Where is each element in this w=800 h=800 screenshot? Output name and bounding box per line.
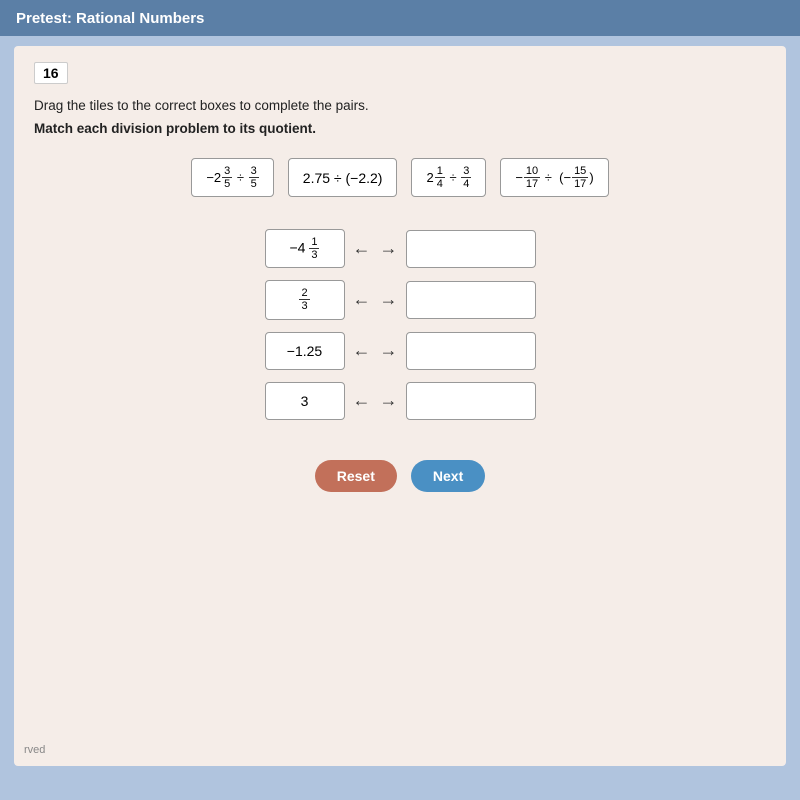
pair-row-3: −1.25 ← → (265, 332, 536, 370)
question-number: 16 (34, 62, 68, 84)
tiles-row: −2 3 5 ÷ 3 5 2.75 ÷ (−2.2) (34, 158, 766, 197)
tile-2-label: 2.75 ÷ (−2.2) (303, 170, 383, 186)
arrow-4: ← → (353, 390, 398, 411)
main-content: 16 Drag the tiles to the correct boxes t… (14, 46, 786, 766)
instruction-drag: Drag the tiles to the correct boxes to c… (34, 98, 766, 113)
footer-text: rved (24, 744, 45, 756)
tile-4-label: − 10 17 ÷ (− 15 17 ) (515, 165, 593, 190)
tile-3[interactable]: 2 1 4 ÷ 3 4 (411, 158, 486, 197)
tile-4[interactable]: − 10 17 ÷ (− 15 17 ) (500, 158, 608, 197)
tile-1-label: −2 3 5 ÷ 3 5 (206, 165, 258, 190)
pair-row-1: −4 1 3 ← → (265, 229, 536, 268)
reset-button[interactable]: Reset (315, 460, 397, 492)
arrow-1: ← → (353, 238, 398, 259)
quotient-box-4: 3 (265, 382, 345, 420)
pairs-area: −4 1 3 ← → 2 3 ← → (34, 229, 766, 419)
title-bar: Pretest: Rational Numbers (0, 0, 800, 36)
tile-1[interactable]: −2 3 5 ÷ 3 5 (191, 158, 273, 197)
quotient-3-label: −1.25 (287, 343, 322, 359)
quotient-box-3: −1.25 (265, 332, 345, 370)
drop-box-3[interactable] (406, 332, 536, 370)
instruction-match: Match each division problem to its quoti… (34, 121, 766, 136)
pair-row-2: 2 3 ← → (265, 280, 536, 319)
tile-2[interactable]: 2.75 ÷ (−2.2) (288, 158, 398, 197)
quotient-4-label: 3 (301, 393, 309, 409)
next-button[interactable]: Next (411, 460, 485, 492)
buttons-row: Reset Next (34, 460, 766, 492)
quotient-box-2: 2 3 (265, 280, 345, 319)
arrow-3: ← → (353, 340, 398, 361)
arrow-2: ← → (353, 289, 398, 310)
quotient-box-1: −4 1 3 (265, 229, 345, 268)
title-text: Pretest: Rational Numbers (16, 10, 204, 27)
pair-row-4: 3 ← → (265, 382, 536, 420)
drop-box-1[interactable] (406, 230, 536, 268)
drop-box-2[interactable] (406, 281, 536, 319)
tile-3-label: 2 1 4 ÷ 3 4 (426, 165, 471, 190)
drop-box-4[interactable] (406, 382, 536, 420)
